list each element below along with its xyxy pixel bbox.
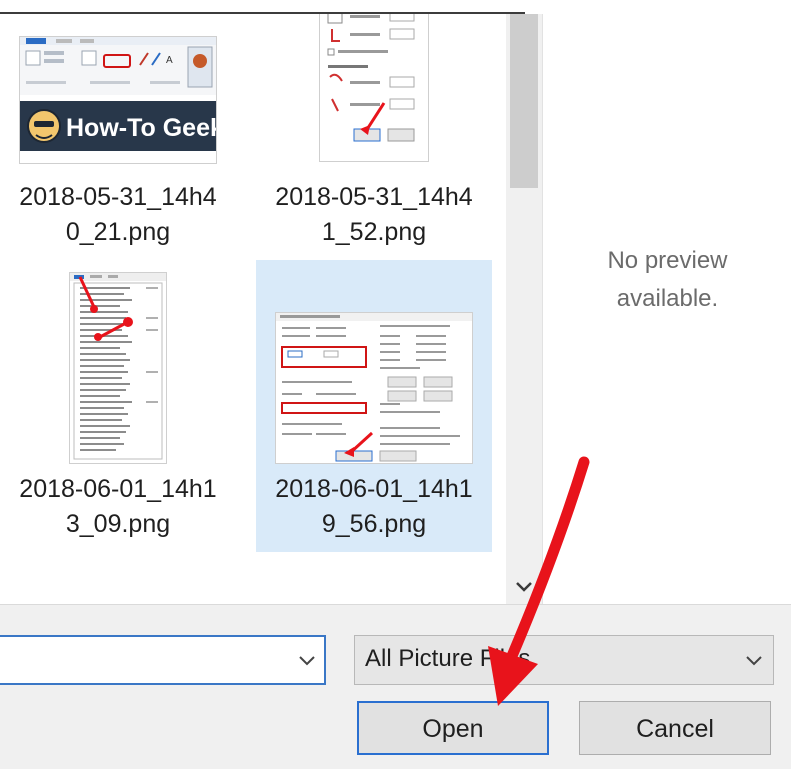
paint-screenshot-thumbnail: A How-To Geek <box>20 37 216 163</box>
file-thumbnail: A How-To Geek <box>19 36 217 164</box>
file-thumbnail <box>319 14 429 162</box>
htg-banner-text: How-To Geek <box>66 114 216 142</box>
file-name: 2018-05-31_14h4 1_52.png <box>275 183 473 246</box>
file-type-select[interactable]: All Picture Files <box>354 635 774 685</box>
preview-message: No preview available. <box>607 247 728 312</box>
chevron-down-icon[interactable] <box>296 649 318 671</box>
file-type-selected: All Picture Files <box>365 645 531 672</box>
file-name-input[interactable] <box>8 645 282 677</box>
cancel-button[interactable]: Cancel <box>579 701 771 755</box>
resize-dialog-thumbnail <box>320 14 428 161</box>
file-name: 2018-05-31_14h4 0_21.png <box>19 183 217 246</box>
resize-dialog-large-thumbnail <box>276 313 472 463</box>
file-name: 2018-06-01_14h1 9_56.png <box>275 475 473 538</box>
file-tile[interactable]: 2018-06-01_14h1 3_09.png <box>0 260 236 552</box>
preview-pane: No preview available. <box>542 14 791 604</box>
file-tile-selected[interactable]: 2018-06-01_14h1 9_56.png <box>256 260 492 552</box>
dialog-footer: All Picture Files Open Cancel <box>0 604 791 769</box>
file-tile[interactable]: A How-To Geek 2018-05-31_14h4 0_21.png <box>0 14 236 276</box>
open-button[interactable]: Open <box>357 701 549 755</box>
svg-text:A: A <box>166 55 173 66</box>
window-top-edge <box>0 0 791 14</box>
file-thumbnail <box>69 272 167 464</box>
file-name-combobox[interactable] <box>0 635 326 685</box>
file-list[interactable]: A How-To Geek 2018-05-31_14h4 0_21.png 2… <box>0 14 506 604</box>
scrollbar-thumb[interactable] <box>510 14 538 188</box>
chevron-down-icon[interactable] <box>743 649 765 671</box>
file-name: 2018-06-01_14h1 3_09.png <box>19 475 217 538</box>
file-tile[interactable]: 2018-05-31_14h4 1_52.png <box>256 14 492 276</box>
scroll-down-arrow-icon[interactable] <box>513 576 535 598</box>
file-thumbnail <box>275 312 473 464</box>
file-list-scrollbar[interactable] <box>506 14 542 604</box>
menu-screenshot-thumbnail <box>70 273 166 463</box>
